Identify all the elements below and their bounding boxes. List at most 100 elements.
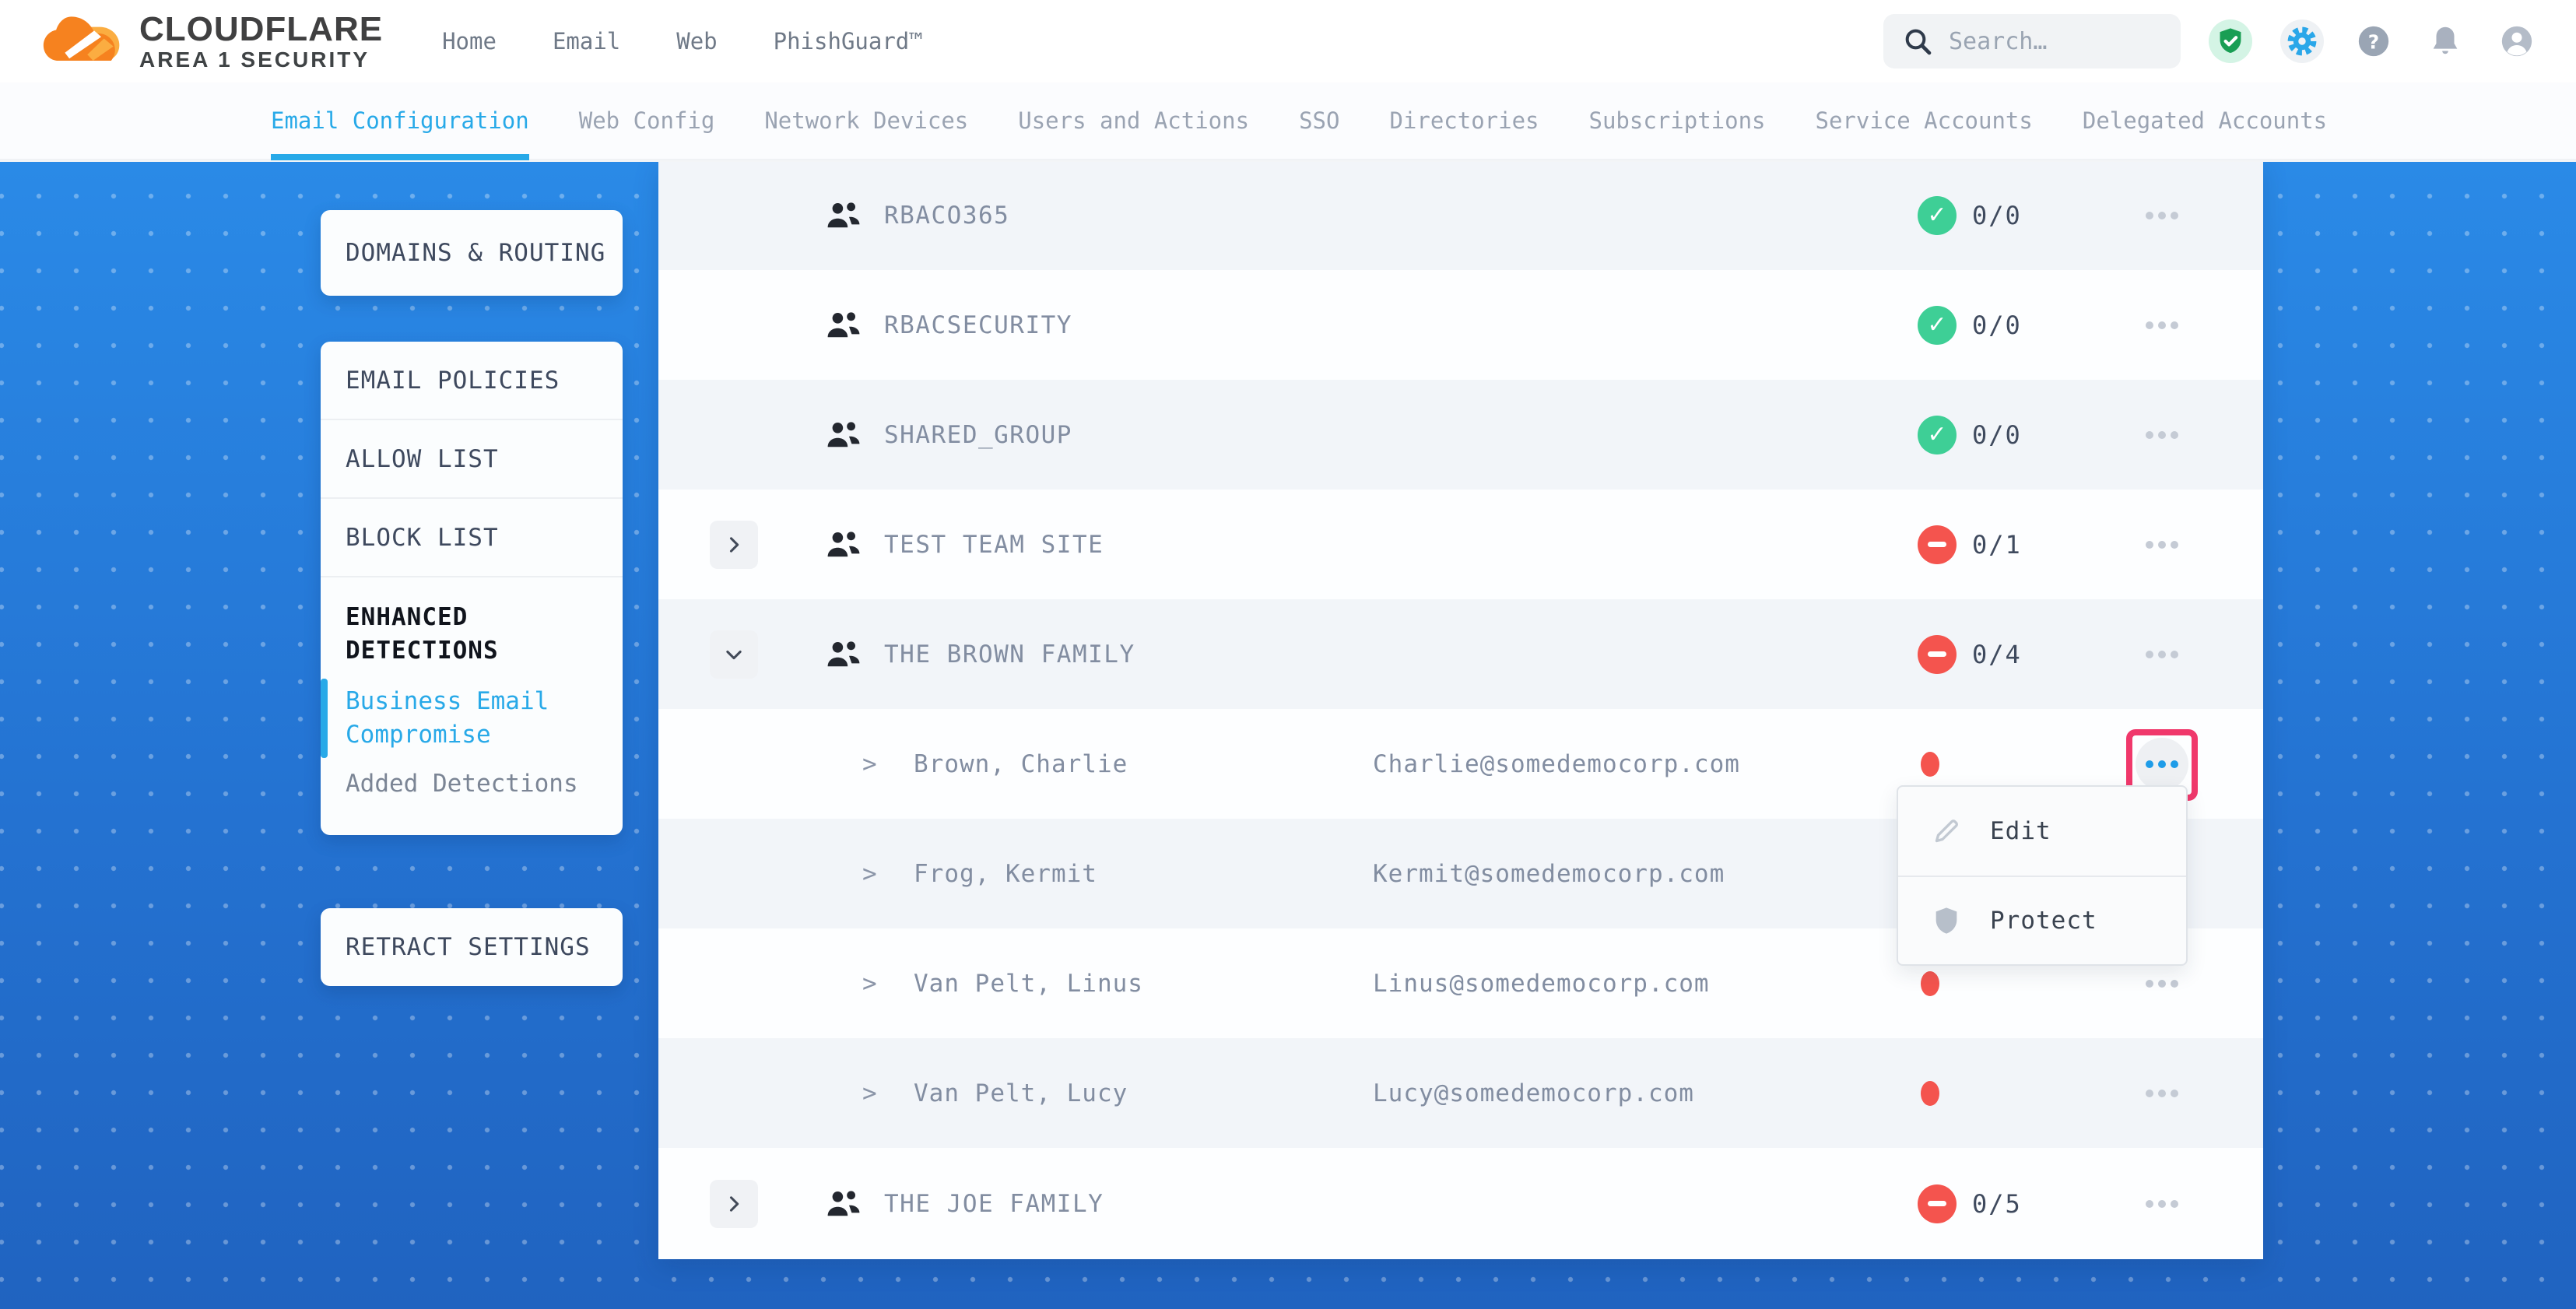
shield-check-icon: [2216, 26, 2245, 56]
group-icon: [825, 308, 862, 342]
cloudflare-logo: CLOUDFLARE AREA 1 SECURITY: [43, 11, 383, 72]
tab-sso[interactable]: SSO: [1299, 82, 1339, 160]
member-count: 0/1: [1972, 530, 2022, 560]
table-row-group: SHARED_GROUP 0/0: [658, 380, 2263, 490]
row-menu-button[interactable]: [2136, 1177, 2188, 1230]
group-icon: [825, 1187, 862, 1221]
member-count: 0/0: [1972, 201, 2022, 230]
sidebar-card-policies: EMAIL POLICIES ALLOW LIST BLOCK LIST ENH…: [321, 342, 623, 835]
member-count: 0/5: [1972, 1189, 2022, 1219]
member-caret: >: [862, 970, 877, 998]
member-email: Linus@somedemocorp.com: [1373, 970, 1710, 998]
sidebar-item-added-detections[interactable]: Added Detections: [321, 760, 623, 835]
group-icon: [825, 198, 862, 233]
search-input[interactable]: [1949, 28, 2151, 55]
table-row-group: THE JOE FAMILY 0/5: [658, 1148, 2263, 1259]
app-header: CLOUDFLARE AREA 1 SECURITY Home Email We…: [0, 0, 2576, 82]
row-menu-button[interactable]: [2136, 738, 2188, 791]
status-icon: [1918, 306, 1957, 345]
row-menu-button[interactable]: [2136, 518, 2188, 571]
row-menu-button[interactable]: [2136, 299, 2188, 352]
avatar-icon: [2499, 23, 2535, 59]
group-name: THE JOE FAMILY: [884, 1190, 1104, 1218]
help-icon: ?: [2356, 23, 2392, 59]
sidebar-card-domains: DOMAINS & ROUTING: [321, 210, 623, 296]
chevron-right-icon: [723, 1193, 745, 1215]
table-row-group: THE BROWN FAMILY 0/4: [658, 599, 2263, 709]
table-row-group: RBACSECURITY 0/0: [658, 270, 2263, 380]
nav-email[interactable]: Email: [553, 28, 620, 54]
protection-status-button[interactable]: [2209, 19, 2252, 63]
member-count: 0/4: [1972, 640, 2022, 669]
member-name: Van Pelt, Lucy: [914, 1079, 1128, 1107]
row-menu-button[interactable]: [2136, 409, 2188, 461]
sidebar-item-domains-routing[interactable]: DOMAINS & ROUTING: [321, 239, 605, 267]
pencil-icon: [1931, 816, 1962, 847]
search-icon: [1902, 26, 1933, 57]
tab-users-and-actions[interactable]: Users and Actions: [1018, 82, 1249, 160]
sidebar-item-block-list[interactable]: BLOCK LIST: [321, 524, 499, 552]
search-box[interactable]: [1883, 14, 2181, 68]
tab-delegated-accounts[interactable]: Delegated Accounts: [2083, 82, 2327, 160]
sidebar-row: ALLOW LIST: [321, 420, 623, 499]
sidebar-item-allow-list[interactable]: ALLOW LIST: [321, 445, 499, 473]
tab-service-accounts[interactable]: Service Accounts: [1816, 82, 2033, 160]
table-row-group: TEST TEAM SITE 0/1: [658, 490, 2263, 599]
member-count: 0/0: [1972, 420, 2022, 450]
sidebar-section-enhanced-detections: ENHANCED DETECTIONS: [321, 577, 623, 677]
sidebar-row: EMAIL POLICIES: [321, 342, 623, 420]
sidebar-card-retract: RETRACT SETTINGS: [321, 908, 623, 986]
group-name: THE BROWN FAMILY: [884, 640, 1135, 669]
expand-toggle-button[interactable]: [710, 1180, 758, 1228]
member-email: Kermit@somedemocorp.com: [1373, 860, 1725, 888]
group-icon: [825, 528, 862, 562]
help-button[interactable]: ?: [2352, 19, 2395, 63]
row-menu-button[interactable]: [2136, 189, 2188, 242]
brand-name: CLOUDFLARE: [139, 11, 383, 48]
status-icon: [1918, 635, 1957, 674]
sidebar-item-label: Added Detections: [346, 770, 578, 798]
bell-icon: [2427, 23, 2463, 59]
expand-toggle-button[interactable]: [710, 630, 758, 679]
sidebar-item-email-policies[interactable]: EMAIL POLICIES: [321, 367, 560, 395]
context-menu-label: Protect: [1990, 907, 2097, 935]
group-name: SHARED_GROUP: [884, 421, 1072, 449]
nav-home[interactable]: Home: [442, 28, 497, 54]
tab-web-config[interactable]: Web Config: [579, 82, 715, 160]
expand-toggle-button[interactable]: [710, 521, 758, 569]
settings-button[interactable]: [2280, 19, 2324, 63]
member-name: Brown, Charlie: [914, 750, 1128, 778]
cloudflare-cloud-icon: [43, 11, 128, 72]
row-menu-button[interactable]: [2136, 1067, 2188, 1120]
group-name: RBACSECURITY: [884, 311, 1072, 339]
tab-subscriptions[interactable]: Subscriptions: [1589, 82, 1766, 160]
status-icon: [1918, 196, 1957, 235]
status-icon: [1918, 1184, 1957, 1223]
svg-text:?: ?: [2368, 31, 2379, 54]
account-button[interactable]: [2495, 19, 2539, 63]
shield-icon: [1931, 905, 1962, 936]
nav-web[interactable]: Web: [676, 28, 717, 54]
member-email: Lucy@somedemocorp.com: [1373, 1079, 1694, 1107]
context-menu-item-edit[interactable]: Edit: [1898, 787, 2186, 876]
gear-icon: [2286, 25, 2318, 58]
group-name: TEST TEAM SITE: [884, 531, 1104, 559]
notifications-button[interactable]: [2423, 19, 2467, 63]
tab-email-configuration[interactable]: Email Configuration: [271, 82, 529, 160]
tab-directories[interactable]: Directories: [1389, 82, 1539, 160]
row-menu-button[interactable]: [2136, 628, 2188, 681]
sidebar-row: BLOCK LIST: [321, 499, 623, 577]
member-name: Frog, Kermit: [914, 860, 1097, 888]
table-row-group: RBACO365 0/0: [658, 160, 2263, 270]
section-tabbar: Email Configuration Web Config Network Dev…: [0, 82, 2576, 160]
sidebar-item-business-email-compromise[interactable]: Business Email Compromise: [321, 677, 623, 760]
context-menu-item-protect[interactable]: Protect: [1898, 876, 2186, 964]
tab-network-devices[interactable]: Network Devices: [764, 82, 968, 160]
sidebar-item-retract-settings[interactable]: RETRACT SETTINGS: [321, 933, 591, 961]
member-caret: >: [862, 1079, 877, 1107]
nav-phishguard[interactable]: PhishGuard™: [774, 28, 923, 54]
member-caret: >: [862, 750, 877, 778]
context-menu-label: Edit: [1990, 817, 2051, 845]
status-dot: [1921, 1081, 1939, 1106]
group-icon: [825, 637, 862, 672]
